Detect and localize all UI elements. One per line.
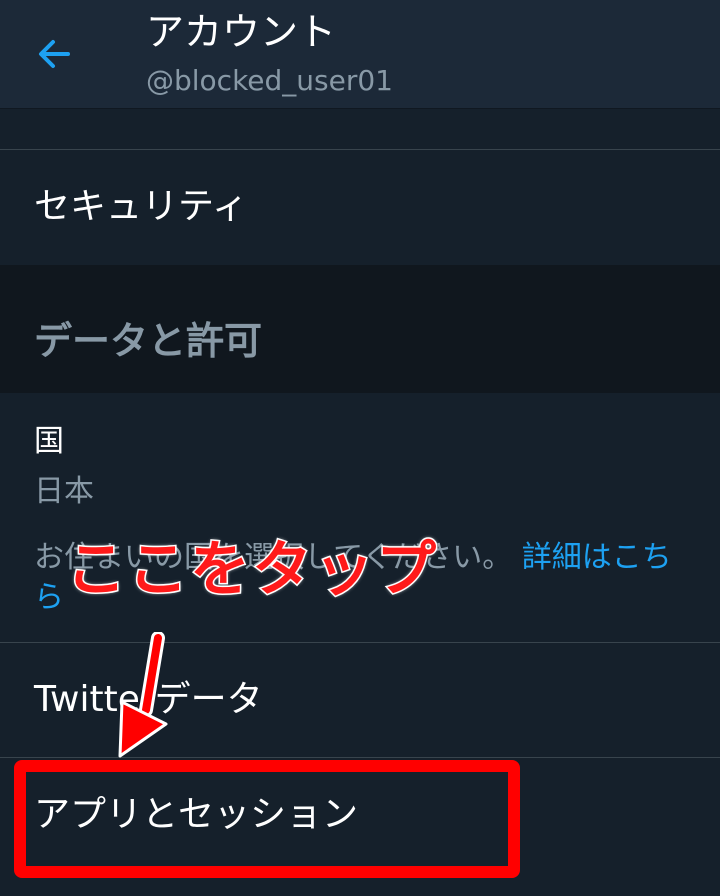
top-app-bar: アカウント @blocked_user01 [0,0,720,109]
settings-row-apps-sessions[interactable]: アプリとセッション [0,758,720,896]
section-header-data-permissions: データと許可 [0,265,720,393]
country-value: 日本 [34,474,94,509]
country-title: 国 [34,424,64,459]
section-title: データと許可 [34,319,263,363]
settings-row-top-partial [0,109,720,149]
page-title: アカウント [146,10,337,54]
back-button[interactable] [30,30,78,78]
account-username: @blocked_user01 [146,64,393,97]
annotation-callout: ここをタップ [65,534,438,607]
settings-row-security[interactable]: セキュリティ [0,150,720,265]
apps-sessions-label: アプリとセッション [34,794,359,835]
security-label: セキュリティ [34,186,248,227]
arrow-left-icon [39,40,70,68]
pointer-arrow-icon [118,632,168,758]
account-settings-screen: アカウント @blocked_user01 セキュリティ データと許可 国 日本… [0,0,720,896]
